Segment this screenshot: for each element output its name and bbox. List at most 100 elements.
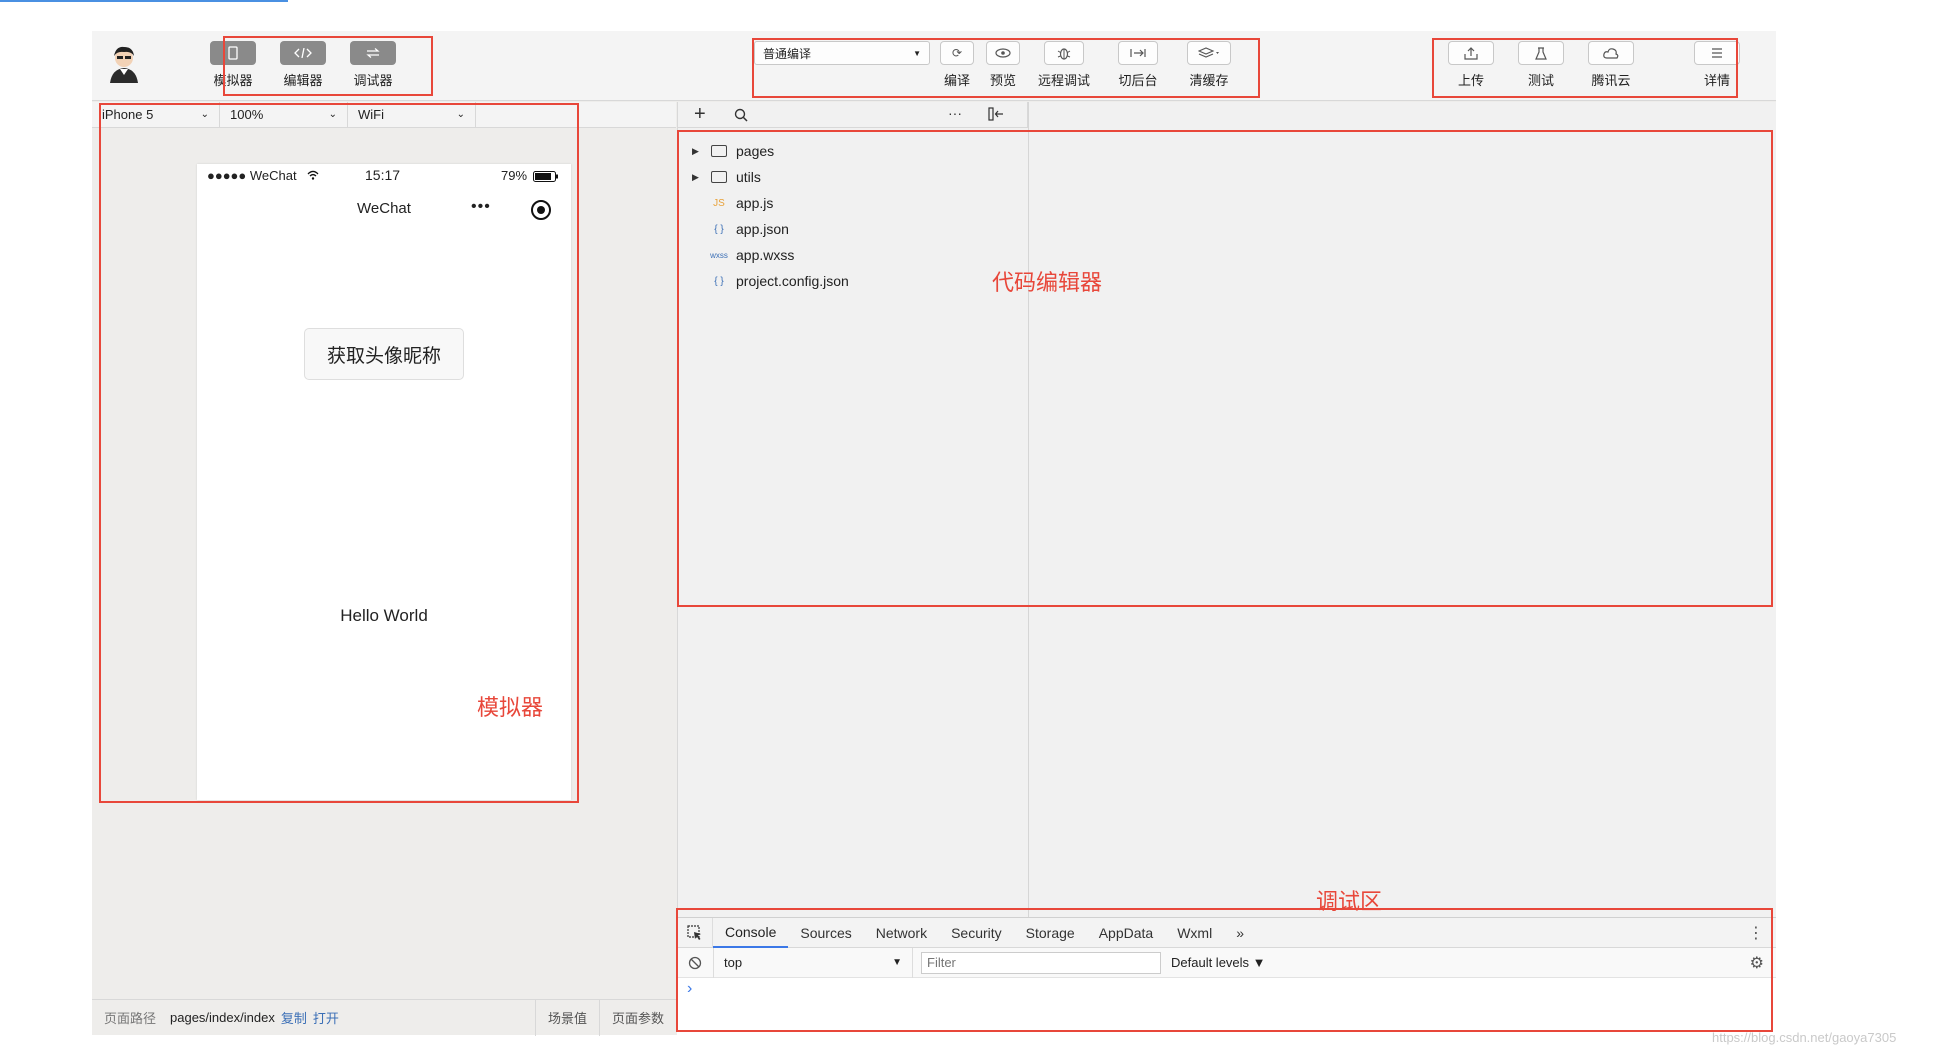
test-label: 测试 bbox=[1527, 73, 1554, 88]
clear-cache-label: 清缓存 bbox=[1189, 73, 1229, 88]
mode-button-group: 模拟器 编辑器 调试器 bbox=[198, 35, 408, 91]
bug-icon bbox=[1044, 41, 1084, 65]
devtools-window: 模拟器 编辑器 调试器 普通编译 ▼ ⟳ 编译 预览 远程调试 切后台 清缓存 … bbox=[92, 31, 1776, 1036]
js-file-icon: JS bbox=[713, 197, 725, 209]
console-filter-input[interactable] bbox=[921, 951, 1161, 974]
tab-security[interactable]: Security bbox=[939, 918, 1014, 948]
debugger-toggle-label: 调试器 bbox=[353, 73, 393, 88]
tab-appdata[interactable]: AppData bbox=[1087, 918, 1165, 948]
collapse-sidebar-icon[interactable] bbox=[988, 107, 1004, 124]
chevron-down-icon: ⌄ bbox=[200, 109, 209, 120]
file-name: app.wxss bbox=[736, 247, 795, 263]
page-params-button[interactable]: 页面参数 bbox=[598, 999, 676, 1036]
tencent-cloud-button[interactable]: 腾讯云 bbox=[1576, 35, 1646, 91]
search-icon[interactable] bbox=[734, 108, 748, 125]
wifi-icon bbox=[307, 168, 319, 183]
chevron-down-icon: ⌄ bbox=[456, 109, 465, 120]
caret-right-icon[interactable]: ▶ bbox=[692, 172, 702, 183]
remote-debug-button[interactable]: 远程调试 bbox=[1026, 35, 1102, 91]
wxss-file-icon: wxss bbox=[710, 250, 728, 260]
gear-icon[interactable]: ⚙ bbox=[1738, 953, 1776, 973]
simulator-toggle-button[interactable]: 模拟器 bbox=[198, 35, 268, 91]
file-tree-toolbar: + ··· bbox=[678, 102, 1028, 128]
battery-icon bbox=[533, 170, 559, 185]
folder-icon bbox=[710, 170, 728, 184]
refresh-icon: ⟳ bbox=[940, 41, 974, 65]
folder-icon bbox=[710, 144, 728, 158]
tree-item-project-config[interactable]: { } project.config.json bbox=[678, 268, 1028, 294]
console-filter-bar: top ▼ Default levels ▼ ⚙ bbox=[677, 947, 1776, 978]
chevron-down-icon: ⌄ bbox=[328, 109, 337, 120]
file-name: pages bbox=[736, 143, 775, 159]
caret-down-icon: ▼ bbox=[913, 48, 921, 58]
editor-split-line bbox=[1028, 102, 1029, 917]
background-button[interactable]: 切后台 bbox=[1102, 35, 1174, 91]
tree-item-app-wxss[interactable]: wxss app.wxss bbox=[678, 242, 1028, 268]
status-carrier: ●●●●● WeChat bbox=[207, 167, 297, 183]
tencent-cloud-label: 腾讯云 bbox=[1591, 73, 1631, 88]
main-toolbar: 模拟器 编辑器 调试器 普通编译 ▼ ⟳ 编译 预览 远程调试 切后台 清缓存 … bbox=[92, 31, 1776, 101]
tree-item-pages[interactable]: ▶ pages bbox=[678, 138, 1028, 164]
details-label: 详情 bbox=[1703, 73, 1730, 88]
tree-item-app-json[interactable]: { } app.json bbox=[678, 216, 1028, 242]
clear-console-icon[interactable] bbox=[677, 956, 713, 970]
network-select[interactable]: WiFi ⌄ bbox=[348, 102, 476, 127]
upload-button[interactable]: 上传 bbox=[1436, 35, 1506, 91]
caret-down-icon: ▼ bbox=[892, 957, 902, 968]
tab-wxml[interactable]: Wxml bbox=[1165, 918, 1224, 948]
file-tree: ▶ pages ▶ utils JS app.js { } app.json w… bbox=[678, 138, 1028, 294]
more-options-icon[interactable]: ··· bbox=[948, 105, 962, 121]
caret-right-icon[interactable]: ▶ bbox=[692, 146, 702, 157]
more-tabs-icon[interactable]: » bbox=[1224, 918, 1256, 948]
preview-button[interactable]: 预览 bbox=[980, 35, 1026, 91]
avatar[interactable] bbox=[104, 43, 144, 83]
code-icon bbox=[280, 41, 326, 65]
phone-status-bar: ●●●●● WeChat 15:17 79% bbox=[197, 164, 571, 186]
device-select[interactable]: iPhone 5 ⌄ bbox=[92, 102, 220, 127]
debugger-toggle-button[interactable]: 调试器 bbox=[338, 35, 408, 91]
eye-icon bbox=[986, 41, 1020, 65]
close-capsule-icon[interactable] bbox=[531, 200, 551, 220]
tree-item-app-js[interactable]: JS app.js bbox=[678, 190, 1028, 216]
simulator-settings-bar: iPhone 5 ⌄ 100% ⌄ WiFi ⌄ bbox=[92, 102, 676, 128]
debugger-panel: Console Sources Network Security Storage… bbox=[677, 917, 1776, 1035]
inspect-element-icon[interactable] bbox=[677, 917, 713, 948]
zoom-select[interactable]: 100% ⌄ bbox=[220, 102, 348, 127]
simulator-toggle-label: 模拟器 bbox=[213, 73, 253, 88]
editor-toggle-button[interactable]: 编辑器 bbox=[268, 35, 338, 91]
compile-button[interactable]: ⟳ 编译 bbox=[934, 35, 980, 91]
compile-label: 编译 bbox=[943, 73, 970, 88]
tab-storage[interactable]: Storage bbox=[1014, 918, 1087, 948]
get-user-info-button[interactable]: 获取头像昵称 bbox=[304, 328, 464, 380]
log-levels-select[interactable]: Default levels ▼ bbox=[1161, 955, 1266, 970]
tab-network[interactable]: Network bbox=[864, 918, 939, 948]
status-battery-percent: 79% bbox=[501, 167, 528, 183]
console-prompt[interactable]: › bbox=[687, 980, 692, 998]
debugger-tabs: Console Sources Network Security Storage… bbox=[677, 917, 1776, 948]
clear-cache-button[interactable]: 清缓存 bbox=[1174, 35, 1244, 91]
watermark: https://blog.csdn.net/gaoya7305 bbox=[1712, 1030, 1897, 1045]
hello-world-text: Hello World bbox=[340, 606, 428, 625]
tab-console[interactable]: Console bbox=[713, 918, 789, 948]
menu-icon bbox=[1694, 41, 1740, 65]
open-path-link[interactable]: 打开 bbox=[307, 1008, 339, 1027]
debugger-annotation: 调试区 bbox=[1316, 889, 1383, 914]
compile-mode-select[interactable]: 普通编译 ▼ bbox=[754, 41, 930, 65]
tab-sources[interactable]: Sources bbox=[788, 918, 863, 948]
context-select[interactable]: top ▼ bbox=[713, 947, 913, 978]
copy-path-link[interactable]: 复制 bbox=[275, 1008, 307, 1027]
background-label: 切后台 bbox=[1118, 73, 1158, 88]
add-file-icon[interactable]: + bbox=[694, 103, 706, 126]
debug-switch-icon bbox=[350, 41, 396, 65]
cloud-icon bbox=[1588, 41, 1634, 65]
kebab-menu-icon[interactable]: ⋮ bbox=[1736, 923, 1776, 943]
test-button[interactable]: 测试 bbox=[1506, 35, 1576, 91]
file-name: app.js bbox=[736, 195, 774, 211]
more-dots-icon[interactable]: ••• bbox=[471, 198, 491, 216]
tree-item-utils[interactable]: ▶ utils bbox=[678, 164, 1028, 190]
publish-action-group: 上传 测试 腾讯云 详情 bbox=[1436, 35, 1752, 91]
scene-value-button[interactable]: 场景值 bbox=[534, 999, 599, 1036]
file-name: project.config.json bbox=[736, 273, 849, 289]
details-button[interactable]: 详情 bbox=[1682, 35, 1752, 91]
